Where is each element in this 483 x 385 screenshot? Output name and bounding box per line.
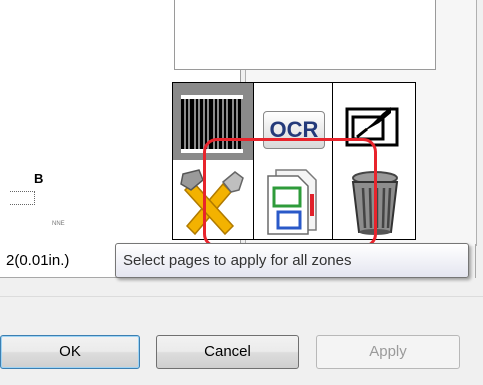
resolution-field[interactable]: 2(0.01in.) xyxy=(0,244,124,278)
apply-button[interactable]: Apply xyxy=(316,335,460,369)
divider xyxy=(0,296,483,297)
tooltip: Select pages to apply for all zones xyxy=(115,243,469,278)
preview-letter: B xyxy=(34,171,44,186)
preview-zone-outline xyxy=(10,191,35,205)
preview-small-text: NNE xyxy=(52,221,65,227)
zone-list-box[interactable] xyxy=(174,0,436,70)
ok-button[interactable]: OK xyxy=(0,335,140,369)
annotation-highlight xyxy=(203,138,377,248)
cancel-button[interactable]: Cancel xyxy=(156,335,299,369)
